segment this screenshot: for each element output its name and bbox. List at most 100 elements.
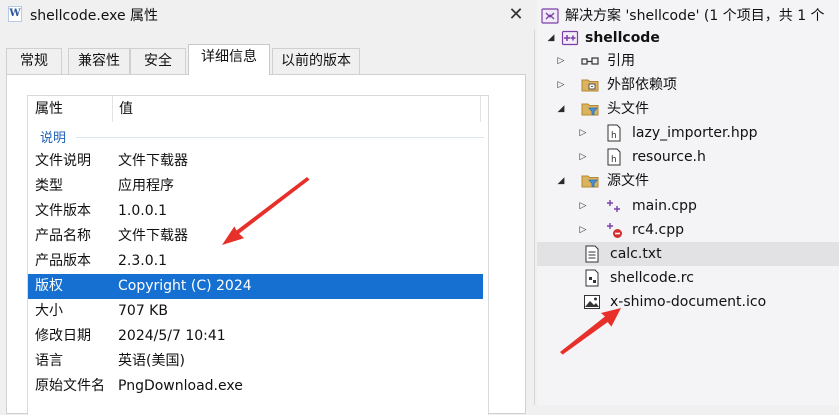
column-divider[interactable] <box>480 96 481 122</box>
tree-item-calc-txt[interactable]: calc.txt <box>537 242 839 266</box>
collapsed-triangle-icon[interactable]: ▷ <box>577 194 589 218</box>
expanded-triangle-icon[interactable]: ◢ <box>555 169 567 193</box>
cpp-file-excluded-icon <box>607 223 622 238</box>
tree-item-shellcode-rc[interactable]: shellcode.rc <box>537 266 839 290</box>
solution-label: 解决方案 'shellcode' (1 个项目，共 1 个 <box>565 8 825 24</box>
property-row-language[interactable]: 语言 英语(美国) <box>28 349 483 374</box>
external-dependencies-label: 外部依赖项 <box>607 77 677 93</box>
property-key: 产品版本 <box>35 253 91 269</box>
expanded-triangle-icon[interactable]: ◢ <box>555 97 567 121</box>
tab-previous-versions[interactable]: 以前的版本 <box>272 48 360 74</box>
property-row-copyright[interactable]: 版权 Copyright (C) 2024 <box>28 274 483 299</box>
property-row-type[interactable]: 类型 应用程序 <box>28 174 483 199</box>
property-row-modified-date[interactable]: 修改日期 2024/5/7 10:41 <box>28 324 483 349</box>
tree-item-main-cpp[interactable]: ▷ main.cpp <box>537 194 839 218</box>
file-label: main.cpp <box>632 198 697 214</box>
tree-item-project[interactable]: ◢ shellcode <box>537 26 839 50</box>
tab-security[interactable]: 安全 <box>130 48 186 74</box>
property-key: 语言 <box>35 353 63 369</box>
resource-file-icon <box>585 269 599 287</box>
tab-general[interactable]: 常规 <box>6 48 62 74</box>
tree-item-external-dependencies[interactable]: ▷ 外部依赖项 <box>537 73 839 97</box>
property-key: 类型 <box>35 178 63 194</box>
image-file-icon <box>584 295 600 309</box>
property-value: 文件下载器 <box>118 153 188 169</box>
file-label: calc.txt <box>610 246 662 262</box>
tab-compatibility[interactable]: 兼容性 <box>68 48 130 74</box>
svg-text:h: h <box>611 131 617 141</box>
property-key: 版权 <box>35 278 63 294</box>
file-label: resource.h <box>632 149 706 165</box>
property-key: 产品名称 <box>35 228 91 244</box>
dialog-title: shellcode.exe 属性 <box>30 8 159 24</box>
tree-item-ico-file[interactable]: x-shimo-document.ico <box>537 290 839 314</box>
tree-item-resource-h[interactable]: ▷ h resource.h <box>537 145 839 169</box>
tree-item-lazy-importer[interactable]: ▷ h lazy_importer.hpp <box>537 121 839 145</box>
project-label: shellcode <box>585 30 660 46</box>
expanded-triangle-icon[interactable]: ◢ <box>545 26 557 50</box>
column-header-value[interactable]: 值 <box>114 96 474 122</box>
property-row-original-filename[interactable]: 原始文件名 PngDownload.exe <box>28 374 483 399</box>
property-key: 修改日期 <box>35 328 91 344</box>
header-files-label: 头文件 <box>607 101 649 117</box>
filter-folder-icon <box>581 175 599 188</box>
tree-item-rc4-cpp[interactable]: ▷ rc4.cpp <box>537 218 839 242</box>
property-value: 英语(美国) <box>118 353 185 369</box>
tree-item-header-files[interactable]: ◢ 头文件 <box>537 97 839 121</box>
property-value: 2.3.0.1 <box>118 253 167 269</box>
property-value: 2024/5/7 10:41 <box>118 328 226 344</box>
header-file-icon: h <box>607 148 621 166</box>
file-label: shellcode.rc <box>610 270 694 286</box>
collapsed-triangle-icon[interactable]: ▷ <box>555 49 567 73</box>
file-label: lazy_importer.hpp <box>632 125 758 141</box>
tree-item-solution[interactable]: 解决方案 'shellcode' (1 个项目，共 1 个 <box>537 4 839 28</box>
cpp-project-icon <box>561 30 579 46</box>
solution-icon <box>541 8 559 24</box>
text-file-icon <box>585 245 599 263</box>
collapsed-triangle-icon[interactable]: ▷ <box>555 73 567 97</box>
svg-text:h: h <box>611 155 617 165</box>
property-row-size[interactable]: 大小 707 KB <box>28 299 483 324</box>
column-header-property[interactable]: 属性 <box>30 96 110 122</box>
filter-folder-icon <box>581 103 599 116</box>
property-value: 文件下载器 <box>118 228 188 244</box>
tree-item-references[interactable]: ▷ 引用 <box>537 49 839 73</box>
source-files-label: 源文件 <box>607 173 649 189</box>
property-value: PngDownload.exe <box>118 378 243 394</box>
details-listview[interactable]: 属性 值 说明 文件说明 文件下载器 类型 应用程序 文件版本 1.0.0.1 <box>27 95 489 415</box>
property-key: 原始文件名 <box>35 378 105 394</box>
details-panel: 属性 值 说明 文件说明 文件下载器 类型 应用程序 文件版本 1.0.0.1 <box>6 74 526 415</box>
collapsed-triangle-icon[interactable]: ▷ <box>577 145 589 169</box>
property-row-file-version[interactable]: 文件版本 1.0.0.1 <box>28 199 483 224</box>
collapsed-triangle-icon[interactable]: ▷ <box>577 121 589 145</box>
property-row-product-name[interactable]: 产品名称 文件下载器 <box>28 224 483 249</box>
property-key: 文件说明 <box>35 153 91 169</box>
group-divider-line <box>76 137 484 138</box>
tree-item-source-files[interactable]: ◢ 源文件 <box>537 169 839 193</box>
tab-details[interactable]: 详细信息 <box>188 44 270 75</box>
document-app-icon: W <box>8 6 22 22</box>
file-label: x-shimo-document.ico <box>610 294 767 310</box>
property-value: 707 KB <box>118 303 168 319</box>
column-divider[interactable] <box>112 96 113 122</box>
property-row-file-description[interactable]: 文件说明 文件下载器 <box>28 149 483 174</box>
solution-explorer: 解决方案 'shellcode' (1 个项目，共 1 个 ◢ shellcod… <box>537 0 839 405</box>
dialog-titlebar[interactable]: W shellcode.exe 属性 ✕ <box>0 0 535 30</box>
external-dependencies-icon <box>581 79 599 92</box>
group-label: 说明 <box>40 131 67 146</box>
property-value: 1.0.0.1 <box>118 203 167 219</box>
group-description: 说明 <box>28 126 488 146</box>
references-icon <box>581 57 599 65</box>
properties-dialog: W shellcode.exe 属性 ✕ 常规 兼容性 安全 详细信息 以前的版… <box>0 0 535 415</box>
references-label: 引用 <box>607 53 635 69</box>
close-button[interactable]: ✕ <box>500 0 532 30</box>
listview-header: 属性 值 <box>28 96 488 122</box>
collapsed-triangle-icon[interactable]: ▷ <box>577 218 589 242</box>
property-value: 应用程序 <box>118 178 174 194</box>
file-label: rc4.cpp <box>632 222 684 238</box>
property-key: 大小 <box>35 303 63 319</box>
header-file-icon: h <box>607 124 621 142</box>
cpp-file-icon <box>607 200 620 212</box>
property-value: Copyright (C) 2024 <box>118 278 252 294</box>
property-row-product-version[interactable]: 产品版本 2.3.0.1 <box>28 249 483 274</box>
